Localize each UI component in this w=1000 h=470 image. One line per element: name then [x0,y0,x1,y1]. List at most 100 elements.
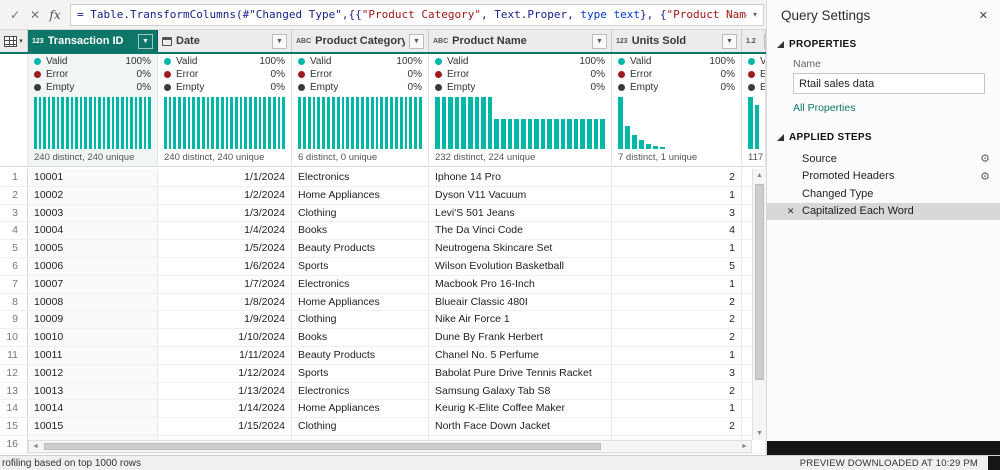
table-cell[interactable]: Books [292,222,429,240]
table-cell[interactable]: 2 [612,293,742,311]
table-cell[interactable]: 1/9/2024 [158,311,292,329]
column-histogram[interactable] [618,97,735,149]
whole-number-type-icon[interactable]: 123 [32,38,44,45]
table-cell[interactable]: 1/8/2024 [158,293,292,311]
table-cell[interactable]: 3 [612,364,742,382]
applied-step[interactable]: ✕ Capitalized Each Word [767,202,1000,220]
scroll-left-icon[interactable]: ◄ [29,440,42,453]
table-cell[interactable]: 10003 [28,204,158,222]
applied-step[interactable]: Source ⚙ [767,150,1000,168]
vertical-scrollbar[interactable]: ▲ ▼ [752,169,766,440]
filter-dropdown-icon[interactable]: ▼ [592,33,607,49]
table-cell[interactable]: 1/10/2024 [158,329,292,346]
table-cell[interactable]: Clothing [292,418,429,435]
table-cell[interactable]: The Da Vinci Code [429,222,612,240]
table-cell[interactable]: 1/13/2024 [158,382,292,400]
column-histogram[interactable] [164,97,285,149]
table-cell[interactable]: 2 [612,329,742,346]
properties-section-header[interactable]: PROPERTIES [767,31,1000,55]
table-cell[interactable]: Samsung Galaxy Tab S8 [429,382,612,400]
table-cell[interactable]: Home Appliances [292,400,429,418]
scroll-down-icon[interactable]: ▼ [756,427,763,440]
table-cell[interactable]: Clothing [292,311,429,329]
table-cell[interactable]: 2 [612,382,742,400]
table-cell[interactable]: 1/3/2024 [158,204,292,222]
gear-icon[interactable]: ⚙ [980,152,990,165]
table-cell[interactable]: 10007 [28,275,158,293]
column-header[interactable]: ABC Product Name ▼ [429,30,612,52]
table-cell[interactable]: 10012 [28,364,158,382]
table-cell[interactable]: 1/4/2024 [158,222,292,240]
table-cell[interactable]: 1 [612,240,742,257]
table-cell[interactable]: 10005 [28,240,158,257]
filter-dropdown-icon[interactable]: ▼ [272,33,287,49]
table-cell[interactable]: 1/6/2024 [158,257,292,275]
whole-number-type-icon[interactable]: 123 [616,38,628,45]
table-cell[interactable]: 10001 [28,169,158,186]
applied-step[interactable]: Promoted Headers ⚙ [767,168,1000,186]
table-cell[interactable]: Sports [292,257,429,275]
cancel-icon[interactable]: ✕ [26,8,44,22]
table-cell[interactable]: 1/7/2024 [158,275,292,293]
table-cell[interactable]: Nike Air Force 1 [429,311,612,329]
table-cell[interactable]: 1/2/2024 [158,186,292,204]
table-menu-arrow-icon[interactable]: ▾ [19,37,23,45]
table-cell[interactable]: Sports [292,364,429,382]
scroll-right-icon[interactable]: ► [738,440,751,453]
horizontal-scroll-track[interactable] [42,441,738,452]
table-cell[interactable]: Blueair Classic 480I [429,293,612,311]
applied-steps-section-header[interactable]: APPLIED STEPS [767,124,1000,148]
date-type-icon[interactable] [162,36,172,46]
horizontal-scrollbar[interactable]: ◄ ► [28,440,752,453]
filter-dropdown-icon[interactable]: ▼ [138,33,153,49]
table-cell[interactable]: 10006 [28,257,158,275]
table-cell[interactable]: Clothing [292,204,429,222]
table-cell[interactable]: Books [292,329,429,346]
delete-step-icon[interactable]: ✕ [787,206,802,217]
table-cell[interactable]: 10008 [28,293,158,311]
table-cell[interactable]: Electronics [292,382,429,400]
table-cell[interactable]: 1/15/2024 [158,418,292,435]
select-all-corner[interactable]: ▾ [0,30,28,52]
table-cell[interactable]: 10013 [28,382,158,400]
filter-dropdown-icon[interactable]: ▼ [722,33,737,49]
column-histogram[interactable] [298,97,422,149]
table-cell[interactable]: 1/14/2024 [158,400,292,418]
table-cell[interactable]: 1 [612,346,742,364]
column-header[interactable]: 123 Units Sold ▼ [612,30,742,52]
table-cell[interactable]: Iphone 14 Pro [429,169,612,186]
table-cell[interactable]: 10002 [28,186,158,204]
table-cell[interactable]: 1/5/2024 [158,240,292,257]
table-cell[interactable]: 10011 [28,346,158,364]
commit-icon[interactable]: ✓ [6,8,24,22]
table-cell[interactable]: 1 [612,186,742,204]
filter-dropdown-icon[interactable]: ▼ [409,33,424,49]
table-cell[interactable]: 4 [612,222,742,240]
column-histogram[interactable] [748,97,759,149]
column-header[interactable]: 1.2▼ [742,30,766,52]
query-name-input[interactable] [793,73,985,94]
table-cell[interactable]: 1 [612,400,742,418]
fx-icon[interactable]: fx [46,8,64,22]
table-cell[interactable]: 2 [612,311,742,329]
table-cell[interactable]: Home Appliances [292,186,429,204]
table-cell[interactable]: Beauty Products [292,346,429,364]
table-cell[interactable]: 10010 [28,329,158,346]
formula-input[interactable]: = Table.TransformColumns(#"Changed Type"… [70,3,764,26]
table-cell[interactable]: 10009 [28,311,158,329]
expand-formula-chevron-icon[interactable]: ▾ [747,10,763,19]
applied-step[interactable]: Changed Type [767,185,1000,203]
table-cell[interactable]: 1/12/2024 [158,364,292,382]
column-header[interactable]: Date ▼ [158,30,292,52]
table-cell[interactable]: Wilson Evolution Basketball [429,257,612,275]
horizontal-scroll-thumb[interactable] [44,443,601,450]
all-properties-link[interactable]: All Properties [767,94,1000,116]
table-cell[interactable]: Keurig K-Elite Coffee Maker [429,400,612,418]
table-cell[interactable]: Babolat Pure Drive Tennis Racket [429,364,612,382]
table-cell[interactable]: 1 [612,275,742,293]
table-cell[interactable]: 5 [612,257,742,275]
text-type-icon[interactable]: ABC [433,38,448,45]
column-header[interactable]: 123 Transaction ID ▼ [28,30,158,52]
table-cell[interactable]: Electronics [292,275,429,293]
scroll-up-icon[interactable]: ▲ [756,169,763,182]
